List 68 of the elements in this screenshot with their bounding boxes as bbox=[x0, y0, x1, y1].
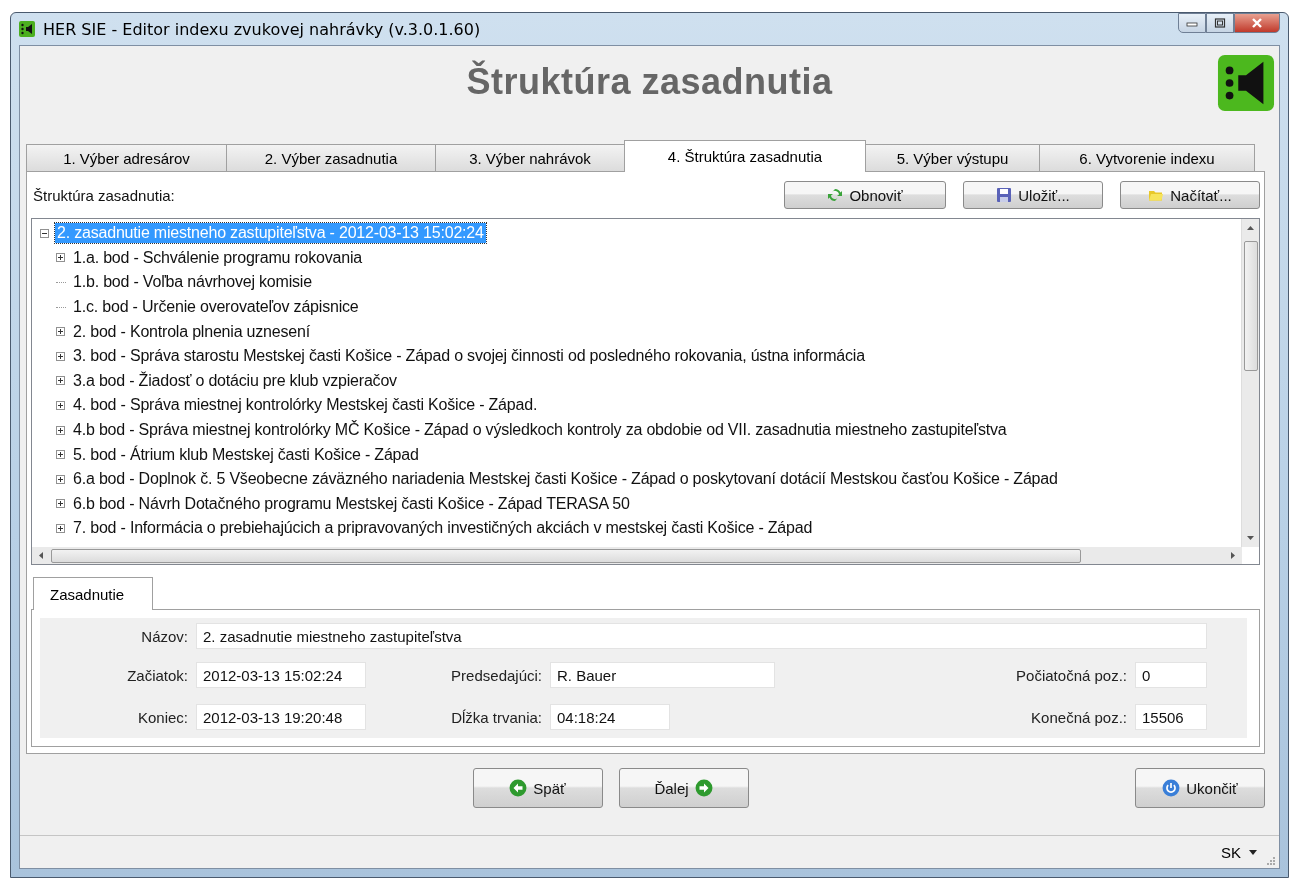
field-label: Počiatočná poz.: bbox=[1016, 666, 1127, 684]
next-button[interactable]: Ďalej bbox=[618, 768, 749, 808]
maximize-icon bbox=[1214, 18, 1226, 28]
back-button[interactable]: Späť bbox=[472, 768, 603, 808]
speaker-icon bbox=[19, 21, 35, 37]
tree-item[interactable]: 4. bod - Správa miestnej kontrolórky Mestskej časti Košice - Západ. bbox=[71, 395, 540, 416]
expand-icon[interactable] bbox=[56, 499, 68, 509]
name-field[interactable]: 2. zasadnutie miestneho zastupiteľstva bbox=[196, 623, 1207, 649]
toolbar-button[interactable]: Obnoviť bbox=[784, 181, 946, 209]
start-position-field[interactable]: 0 bbox=[1135, 662, 1207, 688]
minimize-icon bbox=[1186, 19, 1198, 27]
start-field[interactable]: 2012-03-13 15:02:24 bbox=[196, 662, 366, 688]
expand-icon[interactable] bbox=[56, 351, 68, 361]
horizontal-scrollbar[interactable] bbox=[32, 547, 1242, 564]
resize-grip-icon bbox=[1265, 855, 1275, 865]
caret-icon bbox=[1249, 849, 1257, 855]
expand-icon[interactable] bbox=[56, 327, 68, 337]
tab[interactable]: 2. Výber zasadnutia bbox=[226, 144, 436, 171]
tab[interactable]: 5. Výber výstupu bbox=[865, 144, 1040, 171]
field-label: Konečná poz.: bbox=[1031, 708, 1127, 726]
expand-icon[interactable] bbox=[56, 425, 68, 435]
tab[interactable]: 3. Výber nahrávok bbox=[435, 144, 625, 171]
collapse-icon[interactable] bbox=[40, 228, 52, 238]
expand-icon[interactable] bbox=[56, 253, 68, 263]
tree-item[interactable]: 6.b bod - Návrh Dotačného programu Mestskej časti Košice - Západ TERASA 50 bbox=[71, 493, 632, 514]
tab[interactable]: Zasadnutie bbox=[33, 577, 153, 610]
maximize-button[interactable] bbox=[1206, 13, 1234, 33]
close-button[interactable] bbox=[1234, 13, 1280, 33]
minimize-button[interactable] bbox=[1178, 13, 1206, 33]
vertical-scrollbar[interactable] bbox=[1241, 219, 1259, 547]
field-label: Začiatok: bbox=[126, 666, 188, 684]
refresh-icon bbox=[827, 187, 844, 203]
tab[interactable]: 6. Vytvorenie indexu bbox=[1039, 144, 1255, 171]
tree-item[interactable]: 3.a bod - Žiadosť o dotáciu pre klub vzpieračov bbox=[71, 370, 399, 391]
field-label: Koniec: bbox=[136, 708, 188, 726]
close-icon bbox=[1250, 17, 1264, 29]
tab[interactable]: 1. Výber adresárov bbox=[26, 144, 227, 171]
expand-icon[interactable] bbox=[56, 376, 68, 386]
tree-item[interactable]: 1.c. bod - Určenie overovateľov zápisnice bbox=[71, 297, 361, 318]
end-position-field[interactable]: 15506 bbox=[1135, 704, 1207, 730]
tree-item[interactable]: 7. bod - Informácia o prebiehajúcich a pripravovaných investičných akciách v mestskej časti Košice - Západ bbox=[71, 518, 815, 539]
expand-icon[interactable] bbox=[56, 523, 68, 533]
tab[interactable]: 4. Štruktúra zasadnutia bbox=[624, 140, 866, 172]
expand-icon[interactable] bbox=[56, 474, 68, 484]
expand-icon[interactable] bbox=[56, 450, 68, 460]
tree-item[interactable]: 4.b bod - Správa miestnej kontrolórky MČ Košice - Západ o výsledkoch kontroly za obdobie od VII. zasadnutia miestneho zastupiteľstva bbox=[71, 420, 1009, 441]
field-label: Názov: bbox=[140, 627, 188, 645]
toolbar-button[interactable]: Uložiť... bbox=[963, 181, 1103, 209]
end-field[interactable]: 2012-03-13 19:20:48 bbox=[196, 704, 366, 730]
window-title: HER SIE - Editor indexu zvukovej nahrávky (v.3.0.1.60) bbox=[43, 19, 481, 39]
field-label: Dĺžka trvania: bbox=[450, 708, 542, 726]
tree-item[interactable]: 1.a. bod - Schválenie programu rokovania bbox=[71, 247, 365, 268]
tree-item[interactable]: 5. bod - Átrium klub Mestskej časti Košice - Západ bbox=[71, 444, 421, 465]
page-heading: Štruktúra zasadnutia bbox=[466, 61, 833, 103]
duration-field[interactable]: 04:18:24 bbox=[550, 704, 670, 730]
expand-icon[interactable] bbox=[56, 400, 68, 410]
exit-button[interactable]: Ukončiť bbox=[1135, 768, 1265, 808]
structure-label: Štruktúra zasadnutia: bbox=[33, 186, 175, 204]
tree-item[interactable]: 6.a bod - Doplnok č. 5 Všeobecne záväzného nariadenia Mestskej časti Košice - Západ o poskytovaní dotácií Mestskou časťou Košice - Západ bbox=[71, 469, 1060, 490]
speaker-icon bbox=[1217, 54, 1275, 112]
language-dropdown[interactable]: SK bbox=[1221, 843, 1241, 861]
field-label: Predsedajúci: bbox=[450, 666, 542, 684]
toolbar-button[interactable]: Načítať... bbox=[1120, 181, 1260, 209]
tree-item[interactable]: 1.b. bod - Voľba návrhovej komisie bbox=[71, 272, 314, 293]
chair-field[interactable]: R. Bauer bbox=[550, 662, 775, 688]
tree-item[interactable]: 2. bod - Kontrola plnenia uznesení bbox=[71, 321, 312, 342]
power-icon bbox=[1162, 779, 1181, 797]
tree-item[interactable]: 3. bod - Správa starostu Mestskej časti Košice - Západ o svojej činnosti od posledného rokovania, ústna informácia bbox=[71, 346, 867, 367]
